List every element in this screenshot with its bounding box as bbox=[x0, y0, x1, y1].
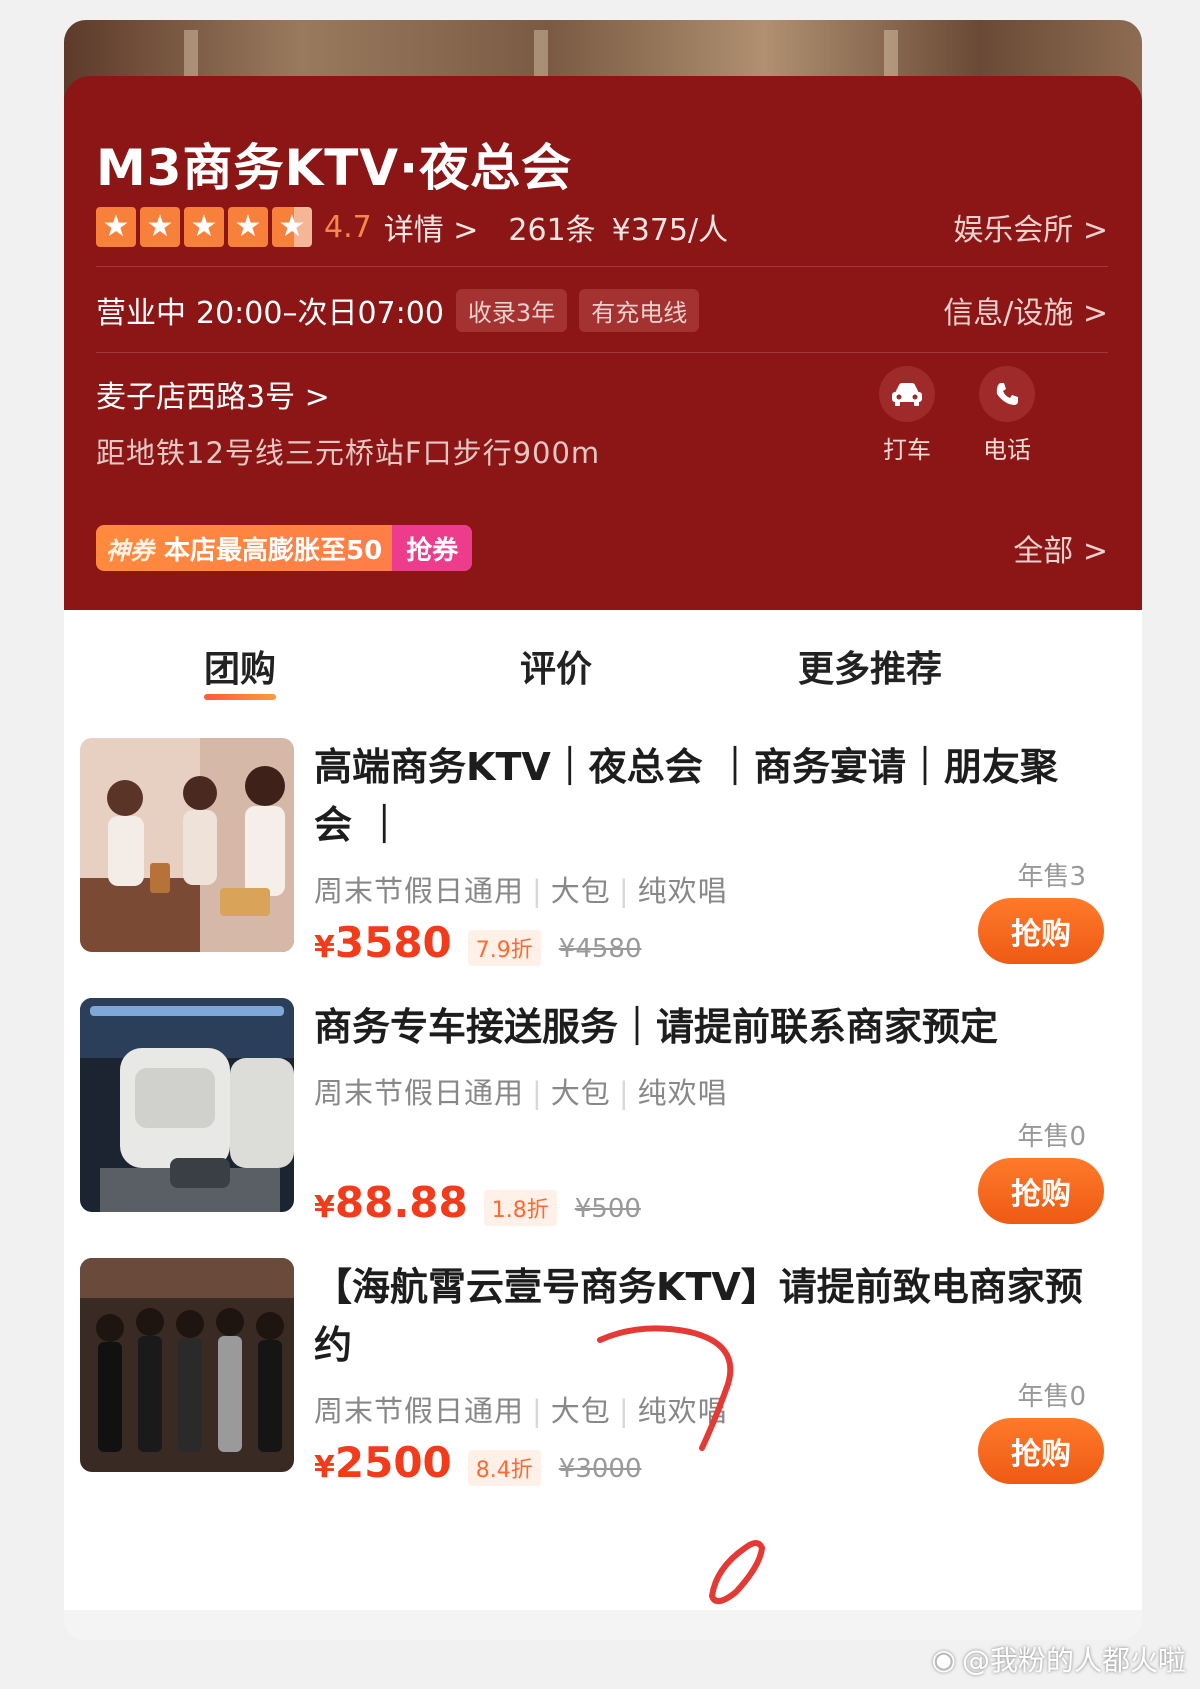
taxi-label: 打车 bbox=[883, 436, 931, 464]
price-row: ¥ 3580 7.9折 ¥4580 bbox=[314, 918, 642, 967]
phone-screen: M3商务KTV·夜总会 ★ ★ ★ ★ ★ 4.7 详情 > 261条 ¥375… bbox=[64, 20, 1142, 1640]
buy-button[interactable]: 抢购 bbox=[978, 1158, 1104, 1224]
coupon-text: 本店最高膨胀至50 bbox=[164, 535, 383, 566]
car-icon bbox=[879, 366, 935, 422]
buy-button[interactable]: 抢购 bbox=[978, 1418, 1104, 1484]
star-icon: ★ bbox=[184, 207, 224, 247]
watermark-text: @我粉的人都火啦 bbox=[961, 1644, 1186, 1677]
shop-name: M3商务KTV·夜总会 bbox=[96, 139, 573, 197]
deal-tag: 周末节假日通用 bbox=[314, 1076, 525, 1110]
deal-tags: 周末节假日通用 | 大包 | 纯欢唱 bbox=[314, 1388, 728, 1430]
coupon-banner[interactable]: 神券 本店最高膨胀至50 抢券 bbox=[96, 525, 473, 571]
deal-tag: 大包 bbox=[550, 1394, 611, 1428]
tag-separator: | bbox=[532, 1076, 543, 1110]
deal-item[interactable]: 商务专车接送服务｜请提前联系商家预定 周末节假日通用 | 大包 | 纯欢唱 年售0 ¥ … bbox=[80, 998, 1126, 1228]
star-icon: ★ bbox=[96, 207, 136, 247]
phone-button[interactable]: 电话 bbox=[972, 366, 1042, 465]
deal-item[interactable]: 【海航霄云壹号商务KTV】请提前致电商家预约 周末节假日通用 | 大包 | 纯欢唱 年售… bbox=[80, 1258, 1126, 1488]
deal-tags: 周末节假日通用 | 大包 | 纯欢唱 bbox=[314, 1070, 728, 1112]
address-link[interactable]: 麦子店西路3号 > bbox=[96, 372, 330, 416]
annual-sales: 年售0 bbox=[1017, 1382, 1086, 1412]
deal-price: 88.88 bbox=[334, 1178, 468, 1227]
tag-separator: | bbox=[618, 1076, 630, 1110]
price-per-person: ¥375/人 bbox=[611, 213, 729, 248]
tab-more-recommendations[interactable]: 更多推荐 bbox=[798, 640, 942, 692]
rating-row: ★ ★ ★ ★ ★ 4.7 详情 > 261条 ¥375/人 娱乐会所 > bbox=[96, 202, 1108, 252]
grab-coupon-button[interactable]: 抢券 bbox=[392, 525, 473, 571]
deal-tag: 大包 bbox=[550, 874, 611, 908]
tag-separator: | bbox=[618, 874, 630, 908]
review-count[interactable]: 261条 bbox=[508, 205, 595, 249]
all-coupons-link[interactable]: 全部 > bbox=[1013, 526, 1108, 570]
tab-bar: 团购 评价 更多推荐 bbox=[64, 640, 1142, 710]
tag-separator: | bbox=[618, 1394, 630, 1428]
bottom-spacer bbox=[64, 1610, 1142, 1640]
deal-item[interactable]: 高端商务KTV｜夜总会 ｜商务宴请｜朋友聚会 ｜ 周末节假日通用 | 大包 | 纯欢唱 … bbox=[80, 738, 1126, 968]
deal-tag: 大包 bbox=[550, 1076, 611, 1110]
phone-icon bbox=[979, 366, 1035, 422]
deal-tag: 纯欢唱 bbox=[637, 874, 728, 908]
metro-distance: 距地铁12号线三元桥站F口步行900m bbox=[96, 436, 601, 470]
coupon-tag: 神券 bbox=[106, 536, 154, 565]
deal-image bbox=[80, 1258, 294, 1472]
phone-label: 电话 bbox=[983, 436, 1031, 464]
deal-title: 商务专车接送服务｜请提前联系商家预定 bbox=[314, 1005, 999, 1049]
discount-badge: 8.4折 bbox=[467, 1450, 541, 1486]
weibo-logo-icon: ◉ bbox=[931, 1642, 956, 1676]
discount-badge: 7.9折 bbox=[467, 930, 541, 966]
rating-detail-link[interactable]: 详情 > bbox=[384, 205, 479, 249]
open-status: 营业中 bbox=[96, 296, 186, 331]
divider bbox=[96, 352, 1108, 353]
price-row: ¥ 2500 8.4折 ¥3000 bbox=[314, 1438, 642, 1487]
tag-separator: | bbox=[532, 1394, 543, 1428]
deal-tag: 周末节假日通用 bbox=[314, 1394, 525, 1428]
original-price: ¥3000 bbox=[558, 1454, 642, 1484]
deal-tag: 纯欢唱 bbox=[637, 1076, 728, 1110]
currency-symbol: ¥ bbox=[314, 930, 335, 965]
discount-badge: 1.8折 bbox=[483, 1190, 557, 1226]
business-hours: 20:00–次日07:00 bbox=[196, 296, 444, 331]
tag-listed-years: 收录3年 bbox=[455, 288, 568, 332]
tag-charging-cable: 有充电线 bbox=[579, 288, 700, 332]
deal-title: 【海航霄云壹号商务KTV】请提前致电商家预约 bbox=[314, 1265, 1083, 1367]
annual-sales: 年售3 bbox=[1017, 862, 1086, 892]
deal-image bbox=[80, 998, 294, 1212]
tag-separator: | bbox=[532, 874, 543, 908]
tab-group-buy[interactable]: 团购 bbox=[204, 640, 277, 700]
deal-price: 2500 bbox=[334, 1438, 452, 1487]
currency-symbol: ¥ bbox=[314, 1190, 335, 1225]
coupon-row: 神券 本店最高膨胀至50 抢券 全部 > bbox=[96, 522, 1108, 574]
original-price: ¥500 bbox=[574, 1194, 641, 1224]
star-icon: ★ bbox=[228, 207, 268, 247]
weibo-watermark: ◉ @我粉的人都火啦 bbox=[932, 1639, 1186, 1679]
tab-reviews[interactable]: 评价 bbox=[520, 640, 592, 692]
half-star-icon: ★ bbox=[272, 207, 312, 247]
shop-info-card: M3商务KTV·夜总会 ★ ★ ★ ★ ★ 4.7 详情 > 261条 ¥375… bbox=[64, 76, 1142, 610]
hours-row: 营业中 20:00–次日07:00 收录3年 有充电线 信息/设施 > bbox=[96, 286, 1108, 334]
buy-button[interactable]: 抢购 bbox=[978, 898, 1104, 964]
taxi-button[interactable]: 打车 bbox=[872, 366, 942, 465]
star-icon: ★ bbox=[140, 207, 180, 247]
currency-symbol: ¥ bbox=[314, 1450, 335, 1485]
info-facilities-link[interactable]: 信息/设施 > bbox=[943, 288, 1108, 332]
rating-stars: ★ ★ ★ ★ ★ bbox=[96, 207, 312, 247]
price-row: ¥ 88.88 1.8折 ¥500 bbox=[314, 1178, 641, 1227]
deal-title: 高端商务KTV｜夜总会 ｜商务宴请｜朋友聚会 ｜ bbox=[314, 745, 1059, 847]
category-link[interactable]: 娱乐会所 > bbox=[953, 205, 1108, 249]
original-price: ¥4580 bbox=[558, 934, 642, 964]
deal-image bbox=[80, 738, 294, 952]
divider bbox=[96, 266, 1108, 267]
annual-sales: 年售0 bbox=[1017, 1122, 1086, 1152]
deal-tag: 周末节假日通用 bbox=[314, 874, 525, 908]
deal-tag: 纯欢唱 bbox=[637, 1394, 728, 1428]
rating-score: 4.7 bbox=[324, 209, 372, 245]
deal-price: 3580 bbox=[334, 918, 452, 967]
deal-tags: 周末节假日通用 | 大包 | 纯欢唱 bbox=[314, 868, 728, 910]
